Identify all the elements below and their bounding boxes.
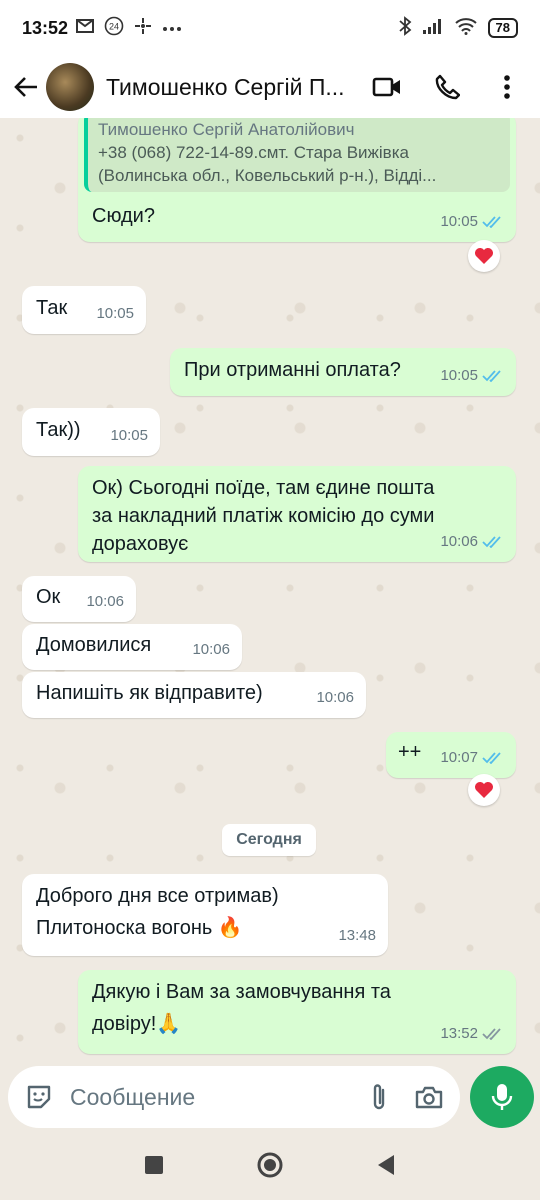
message-input[interactable]: Сообщение <box>70 1084 344 1111</box>
avatar[interactable] <box>46 63 94 111</box>
message-outgoing[interactable]: Тимошенко Сергій Анатолійович +38 (068) … <box>78 118 516 242</box>
message-incoming[interactable]: Так)) 10:05 <box>22 408 160 456</box>
message-incoming[interactable]: Доброго дня все отримав) Плитоноска вого… <box>22 874 388 956</box>
more-dots <box>162 19 182 37</box>
message-text: ++ <box>398 741 422 763</box>
message-time: 10:07 <box>440 749 478 766</box>
message-time: 10:05 <box>440 367 478 384</box>
message-time: 10:06 <box>86 593 124 610</box>
message-text: Сюди? <box>92 205 155 227</box>
message-text-line: Дякую і Вам за замовчування та <box>92 981 391 1003</box>
message-outgoing[interactable]: Дякую і Вам за замовчування та довіру!🙏 … <box>78 970 516 1054</box>
heart-reaction[interactable] <box>468 774 500 806</box>
message-text-line: за накладний платіж комісію до суми <box>92 505 435 527</box>
chat-header: Тимошенко Сергій П... <box>0 56 540 118</box>
contact-name[interactable]: Тимошенко Сергій П... <box>106 74 356 101</box>
message-time: 10:05 <box>110 427 148 444</box>
gmail-icon <box>76 18 95 38</box>
sticker-icon[interactable] <box>24 1082 54 1112</box>
quoted-line: +38 (068) 722-14-89.смт. Стара Вижівка <box>98 143 409 162</box>
message-time: 10:05 <box>440 213 478 230</box>
message-incoming[interactable]: Домовилися 10:06 <box>22 624 242 670</box>
message-text: Так <box>36 297 68 319</box>
message-incoming[interactable]: Так 10:05 <box>22 286 146 334</box>
battery-icon: 78 <box>487 18 518 38</box>
menu-icon[interactable] <box>492 72 522 102</box>
home-icon[interactable] <box>256 1151 284 1184</box>
message-input-bar[interactable]: Сообщение <box>8 1066 460 1128</box>
message-text-line: Плитоноска вогонь 🔥 <box>36 917 243 939</box>
read-ticks-icon <box>482 370 501 382</box>
mic-icon <box>491 1084 513 1110</box>
message-incoming[interactable]: Напишіть як відправите) 10:06 <box>22 672 366 718</box>
delivered-ticks-icon <box>482 1028 501 1040</box>
chat-area[interactable]: Тимошенко Сергій Анатолійович +38 (068) … <box>0 118 540 1068</box>
message-time: 10:06 <box>192 641 230 658</box>
message-meta: 10:07 <box>440 744 504 772</box>
fan-icon <box>134 17 152 40</box>
camera-icon[interactable] <box>414 1082 444 1112</box>
message-outgoing[interactable]: ++ 10:07 <box>386 732 516 778</box>
quoted-name: Тимошенко Сергій Анатолійович <box>98 120 355 139</box>
header-actions <box>372 72 528 102</box>
message-meta: 13:52 <box>440 1020 504 1048</box>
quoted-message[interactable]: Тимошенко Сергій Анатолійович +38 (068) … <box>84 118 510 192</box>
status-time: 13:52 <box>22 17 69 38</box>
status-right: 78 <box>398 15 518 41</box>
status-icons: 24 <box>76 16 182 41</box>
message-text: Напишіть як відправите) <box>36 682 263 704</box>
date-divider: Сегодня <box>222 824 316 856</box>
message-meta: 10:06 <box>440 528 504 556</box>
status-bar: 13:52 24 78 <box>0 0 540 56</box>
back-nav-icon[interactable] <box>376 1154 396 1181</box>
signal-icon <box>422 17 444 40</box>
message-meta: 10:06 <box>192 636 230 664</box>
message-outgoing[interactable]: Ок) Сьогодні поїде, там єдине пошта за н… <box>78 466 516 562</box>
notification-24-icon: 24 <box>104 16 124 41</box>
message-meta: 10:05 <box>440 208 504 236</box>
message-time: 13:52 <box>440 1025 478 1042</box>
read-ticks-icon <box>482 752 501 764</box>
message-meta: 10:05 <box>440 362 504 390</box>
message-text-line: Ок) Сьогодні поїде, там єдине пошта <box>92 477 435 499</box>
message-text: Ок <box>36 586 61 608</box>
message-meta: 13:48 <box>338 922 376 950</box>
phone-icon[interactable] <box>432 72 462 102</box>
message-time: 13:48 <box>338 927 376 944</box>
recents-icon[interactable] <box>144 1155 164 1180</box>
message-outgoing[interactable]: При отриманні оплата? 10:05 <box>170 348 516 396</box>
system-nav-bar <box>0 1134 540 1200</box>
back-arrow-icon[interactable] <box>12 73 40 101</box>
read-ticks-icon <box>482 216 501 228</box>
heart-icon <box>475 248 493 264</box>
svg-text:24: 24 <box>109 21 119 31</box>
message-text-line: довіру!🙏 <box>92 1013 182 1035</box>
mic-button[interactable] <box>470 1066 534 1128</box>
heart-reaction[interactable] <box>468 240 500 272</box>
message-time: 10:05 <box>96 305 134 322</box>
message-text-line: Доброго дня все отримав) <box>36 885 279 907</box>
message-meta: 10:06 <box>316 684 354 712</box>
read-ticks-icon <box>482 536 501 548</box>
message-time: 10:06 <box>316 689 354 706</box>
video-call-icon[interactable] <box>372 72 402 102</box>
message-text: Так)) <box>36 419 81 441</box>
message-incoming[interactable]: Ок 10:06 <box>22 576 136 622</box>
heart-icon <box>475 782 493 798</box>
message-time: 10:06 <box>440 533 478 550</box>
message-text: При отриманні оплата? <box>184 359 401 381</box>
message-text: Домовилися <box>36 634 152 656</box>
wifi-icon <box>454 17 478 40</box>
message-meta: 10:06 <box>86 588 124 616</box>
quoted-line: (Волинська обл., Ковельський р-н.), Відд… <box>98 166 437 185</box>
attach-icon[interactable] <box>364 1082 394 1112</box>
bluetooth-icon <box>398 15 412 41</box>
message-text-line: дораховує <box>92 533 189 555</box>
message-meta: 10:05 <box>96 300 134 328</box>
message-meta: 10:05 <box>110 422 148 450</box>
